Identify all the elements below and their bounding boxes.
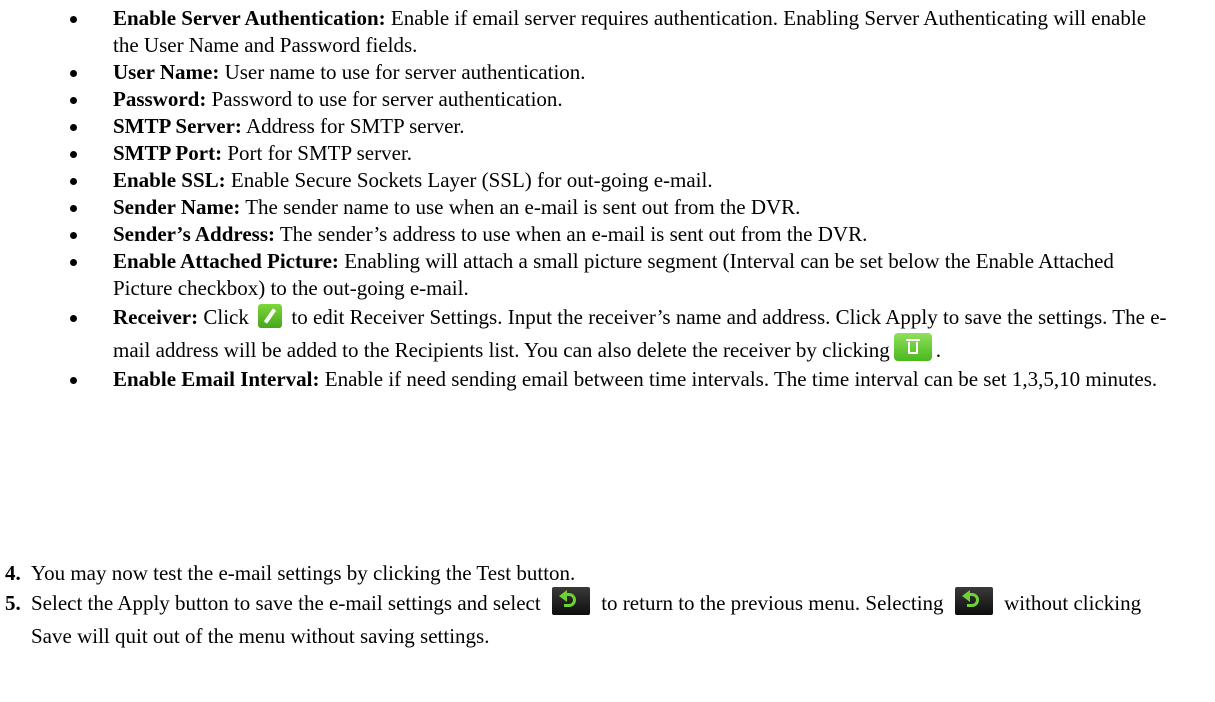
bullet-term: Enable Email Interval: [113, 367, 320, 391]
bullet-dot [70, 124, 77, 131]
bullet-term: Enable SSL: [113, 168, 226, 192]
bullet-dot [70, 151, 77, 158]
bullet-user-name: User Name: User name to use for server a… [0, 59, 1215, 86]
step-4: 4. You may now test the e-mail settings … [0, 560, 1215, 587]
bullet-enable-ssl: Enable SSL: Enable Secure Sockets Layer … [0, 167, 1215, 194]
bullet-dot [70, 259, 77, 266]
step-text: You may now test the e-mail settings by … [31, 561, 576, 585]
bullet-term: SMTP Port: [113, 141, 223, 165]
bullet-text: Port for SMTP server. [222, 141, 413, 165]
bullet-smtp-server: SMTP Server: Address for SMTP server. [0, 113, 1215, 140]
bullet-dot [70, 232, 77, 239]
bullet-text: Enable if need sending email between tim… [319, 367, 1158, 391]
bullet-text: The sender’s address to use when an e-ma… [274, 222, 868, 246]
bullet-sender-name: Sender Name: The sender name to use when… [0, 194, 1215, 221]
step-number: 5. [5, 591, 21, 615]
bullet-text: User name to use for server authenticati… [219, 60, 586, 84]
step-number: 4. [5, 561, 21, 585]
step-5: 5. Select the Apply button to save the e… [0, 587, 1215, 653]
trash-icon [893, 333, 932, 361]
bullet-text: Address for SMTP server. [241, 114, 465, 138]
bullet-term: User Name: [113, 60, 220, 84]
bullet-text: The sender name to use when an e-mail is… [240, 195, 801, 219]
bullet-senders-address: Sender’s Address: The sender’s address t… [0, 221, 1215, 248]
bullet-term: Enable Attached Picture: [113, 249, 339, 273]
step-text: Select the Apply button to save the e-ma… [31, 591, 541, 615]
bullet-text: . [935, 338, 942, 362]
back-arrow-icon [551, 587, 590, 615]
bullet-text: Enable Secure Sockets Layer (SSL) for ou… [225, 168, 713, 192]
bullet-text: Password to use for server authenticatio… [206, 87, 563, 111]
bullet-term: Password: [113, 87, 207, 111]
bullet-term: Enable Server Authentication: [113, 6, 386, 30]
bullet-enable-email-interval: Enable Email Interval: Enable if need se… [0, 366, 1215, 393]
bullet-text: Click [198, 305, 249, 329]
document-page: Enable Server Authentication: Enable if … [0, 0, 1215, 702]
step-text: to return to the previous menu. Selectin… [601, 591, 944, 615]
numbered-steps: 4. You may now test the e-mail settings … [0, 560, 1215, 653]
bullet-term: Sender’s Address: [113, 222, 275, 246]
bullet-password: Password: Password to use for server aut… [0, 86, 1215, 113]
bullet-dot [70, 315, 77, 322]
bullet-dot [70, 70, 77, 77]
bullet-term: Receiver: [113, 305, 199, 329]
bullet-enable-attached-picture: Enable Attached Picture: Enabling will a… [0, 248, 1215, 302]
bullet-dot [70, 16, 77, 23]
back-arrow-icon [954, 587, 993, 615]
pencil-icon [258, 304, 283, 328]
bullet-term: Sender Name: [113, 195, 241, 219]
bullet-dot [70, 178, 77, 185]
settings-bullet-list: Enable Server Authentication: Enable if … [0, 0, 1215, 393]
bullet-enable-server-authentication: Enable Server Authentication: Enable if … [0, 5, 1215, 59]
bullet-dot [70, 97, 77, 104]
bullet-receiver: Receiver: Click to edit Receiver Setting… [0, 302, 1215, 366]
bullet-dot [70, 377, 77, 384]
bullet-term: SMTP Server: [113, 114, 242, 138]
bullet-smtp-port: SMTP Port: Port for SMTP server. [0, 140, 1215, 167]
bullet-dot [70, 205, 77, 212]
